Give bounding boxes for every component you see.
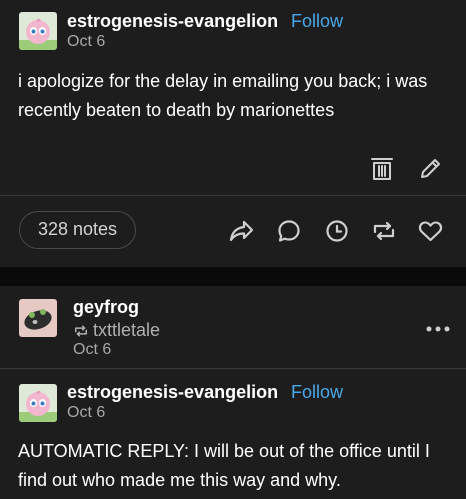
avatar[interactable]	[19, 12, 57, 50]
post-card: estrogenesis-evangelion Follow Oct 6 i a…	[0, 0, 466, 267]
post-body: i apologize for the delay in emailing yo…	[18, 71, 428, 120]
trash-icon[interactable]	[370, 155, 394, 181]
follow-button[interactable]: Follow	[291, 11, 343, 32]
post-date[interactable]: Oct 6	[67, 404, 105, 422]
ellipsis-icon[interactable]	[426, 326, 450, 332]
post-body: AUTOMATIC REPLY: I will be out of the of…	[18, 441, 430, 490]
reblog-date[interactable]: Oct 6	[73, 341, 111, 359]
divider	[0, 368, 466, 369]
reblog-icon[interactable]	[371, 219, 397, 243]
reblogged-from[interactable]: txttletale	[73, 320, 160, 341]
speech-bubble-icon[interactable]	[277, 219, 301, 243]
username[interactable]: estrogenesis-evangelion	[67, 382, 278, 403]
notes-count-button[interactable]: 328 notes	[19, 211, 136, 249]
reblogged-from-username: txttletale	[93, 320, 161, 340]
divider	[0, 195, 466, 196]
reblogger-username[interactable]: geyfrog	[73, 297, 139, 318]
share-arrow-icon[interactable]	[229, 219, 254, 243]
avatar[interactable]	[19, 299, 57, 337]
avatar[interactable]	[19, 384, 57, 422]
clock-icon[interactable]	[325, 219, 349, 243]
pencil-icon[interactable]	[419, 156, 443, 180]
follow-button[interactable]: Follow	[291, 382, 343, 403]
username[interactable]: estrogenesis-evangelion	[67, 11, 278, 32]
post-date[interactable]: Oct 6	[67, 33, 105, 51]
heart-icon[interactable]	[418, 219, 443, 243]
reblog-icon	[74, 325, 88, 337]
